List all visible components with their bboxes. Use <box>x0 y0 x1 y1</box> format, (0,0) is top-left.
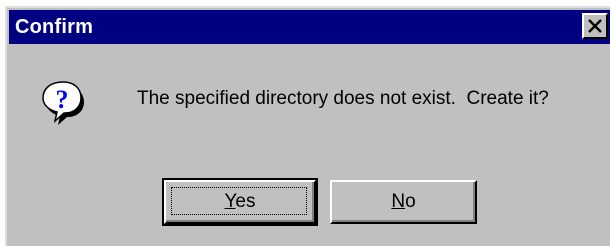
yes-button[interactable]: Yes <box>162 178 318 226</box>
close-button[interactable] <box>582 13 608 39</box>
question-icon: ? <box>39 78 87 126</box>
confirm-dialog: Confirm ? The specified directory does n… <box>5 6 610 246</box>
title-bar[interactable]: Confirm <box>9 10 610 44</box>
window-title: Confirm <box>15 15 94 38</box>
close-x-icon <box>588 19 602 33</box>
no-button[interactable]: No <box>330 180 477 224</box>
svg-text:?: ? <box>56 85 69 114</box>
yes-button-label: Yes <box>224 191 256 212</box>
dialog-message: The specified directory does not exist. … <box>137 88 549 109</box>
no-button-label: No <box>391 191 416 212</box>
